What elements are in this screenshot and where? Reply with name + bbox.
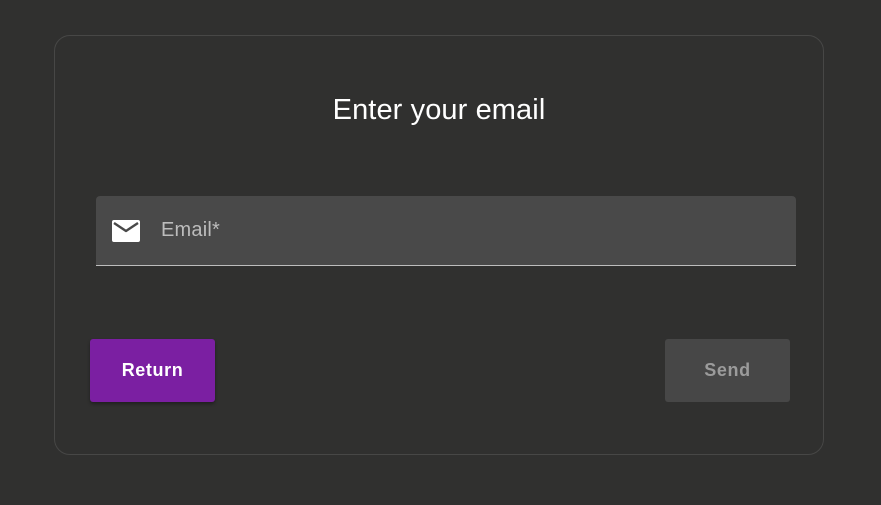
email-dialog-card: Enter your email Email* Return Send (54, 35, 824, 455)
mail-icon (112, 220, 140, 242)
send-button[interactable]: Send (665, 339, 790, 402)
return-button[interactable]: Return (90, 339, 215, 402)
dialog-title: Enter your email (332, 94, 546, 126)
email-input[interactable] (161, 196, 780, 267)
email-field[interactable]: Email* (96, 196, 796, 267)
